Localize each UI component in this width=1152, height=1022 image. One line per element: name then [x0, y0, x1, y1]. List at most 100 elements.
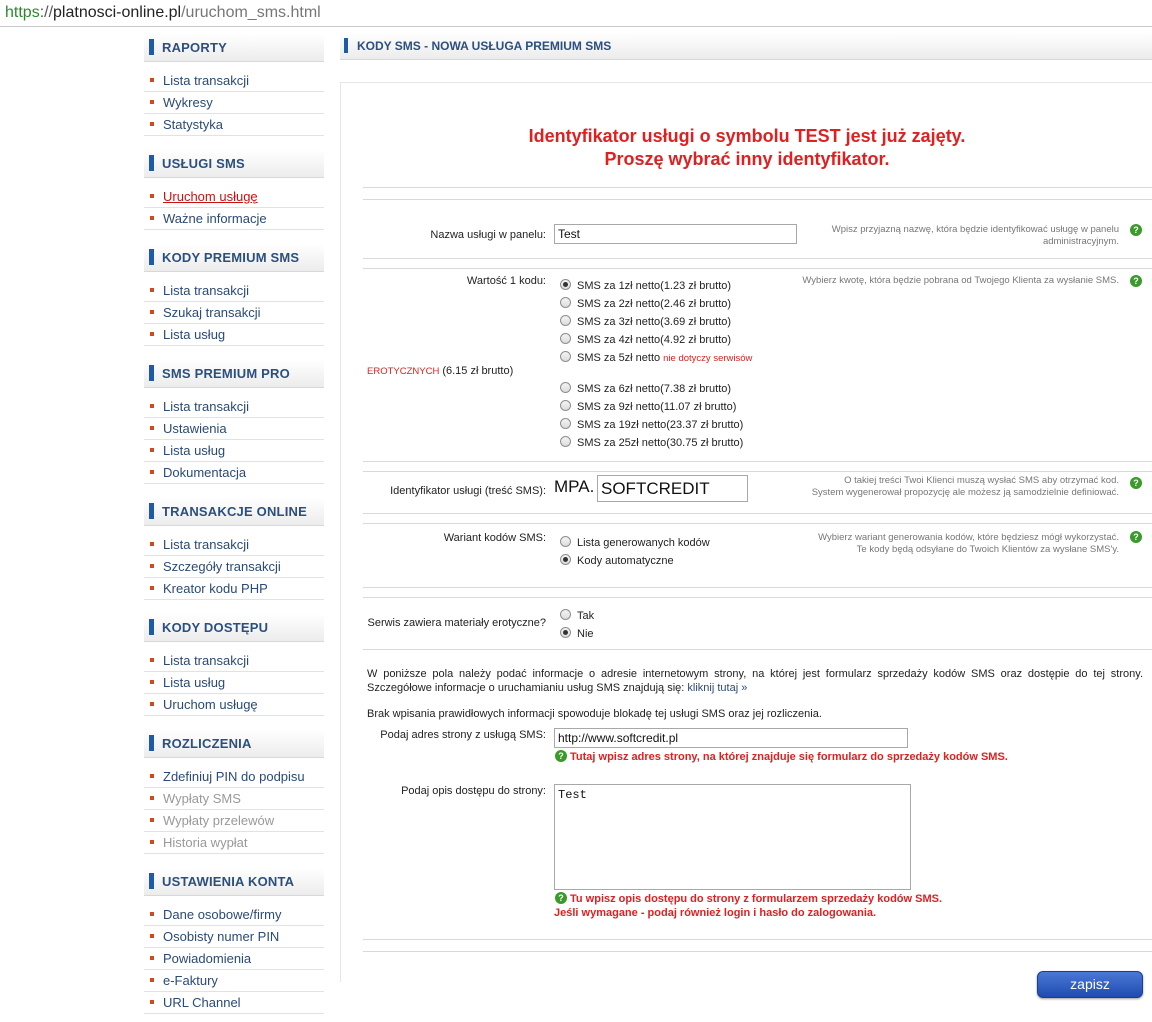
divider [363, 939, 1152, 940]
section-accent-bar [149, 39, 154, 55]
bullet-icon [150, 100, 154, 104]
sidebar-item-label: Szukaj transakcji [163, 305, 261, 320]
radio-button[interactable] [560, 418, 571, 429]
bullet-icon [150, 310, 154, 314]
sidebar-item[interactable]: Lista transakcji [144, 70, 324, 92]
sidebar-item[interactable]: Uruchom usługę [144, 694, 324, 716]
sidebar-section-header: RAPORTY [144, 34, 324, 62]
radio-button[interactable] [560, 536, 571, 547]
radio-button[interactable] [560, 400, 571, 411]
radio-button[interactable] [560, 609, 571, 620]
code-value-label: Wartość 1 kodu: [466, 275, 546, 287]
sidebar-item[interactable]: Dane osobowe/firmy [144, 904, 324, 926]
radio-option[interactable]: Lista generowanych kodów [560, 536, 710, 549]
sidebar-item[interactable]: Lista transakcji [144, 396, 324, 418]
bullet-icon [150, 78, 154, 82]
radio-option[interactable]: Nie [560, 627, 594, 640]
help-icon[interactable]: ? [1130, 275, 1142, 287]
section-accent-bar [149, 365, 154, 381]
option-note-erotic: EROTYCZNYCH [367, 366, 440, 377]
bullet-icon [150, 426, 154, 430]
radio-option[interactable]: Kody automatyczne [560, 554, 674, 567]
sidebar-item-label: Lista transakcji [163, 653, 249, 668]
sidebar-item[interactable]: Powiadomienia [144, 948, 324, 970]
radio-option[interactable]: SMS za 6zł netto(7.38 zł brutto) [560, 382, 731, 395]
address-bar[interactable]: https://platnosci-online.pl/uruchom_sms.… [0, 0, 1152, 27]
sidebar-item[interactable]: Szczegóły transakcji [144, 556, 324, 578]
sidebar-section-title: SMS PREMIUM PRO [162, 366, 290, 381]
sidebar-item[interactable]: Lista usług [144, 324, 324, 346]
help-icon[interactable]: ? [1130, 477, 1142, 489]
sidebar-item[interactable]: Wykresy [144, 92, 324, 114]
divider [363, 187, 1152, 188]
sidebar-item-label: Lista transakcji [163, 399, 249, 414]
radio-option[interactable]: SMS za 2zł netto(2.46 zł brutto) [560, 297, 731, 310]
sidebar-item[interactable]: Dokumentacja [144, 462, 324, 484]
divider [363, 523, 1152, 524]
site-url-input[interactable] [554, 728, 908, 748]
save-button[interactable]: zapisz [1037, 971, 1143, 998]
radio-label: SMS za 1zł netto(1.23 zł brutto) [577, 280, 732, 292]
sms-identifier-prefix: MPA. [554, 477, 595, 496]
sidebar-item[interactable]: Statystyka [144, 114, 324, 136]
sms-identifier-input[interactable] [597, 475, 748, 502]
divider [363, 951, 1152, 952]
radio-option[interactable]: SMS za 3zł netto(3.69 zł brutto) [560, 315, 731, 328]
radio-option[interactable]: Tak [560, 609, 594, 622]
bullet-icon [150, 288, 154, 292]
sidebar-item[interactable]: Wypłaty przelewów [144, 810, 324, 832]
sidebar-section-title: USŁUGI SMS [162, 156, 245, 171]
help-icon[interactable]: ? [555, 750, 567, 762]
radio-button[interactable] [560, 382, 571, 393]
sidebar-item[interactable]: Historia wypłat [144, 832, 324, 854]
radio-label: SMS za 4zł netto(4.92 zł brutto) [577, 334, 732, 346]
sidebar-item[interactable]: Lista usług [144, 440, 324, 462]
radio-button[interactable] [560, 279, 571, 290]
radio-button[interactable] [560, 297, 571, 308]
sidebar-section-title: USTAWIENIA KONTA [162, 874, 295, 889]
radio-button[interactable] [560, 627, 571, 638]
sidebar-item[interactable]: Lista transakcji [144, 280, 324, 302]
radio-button[interactable] [560, 436, 571, 447]
radio-label: SMS za 25zł netto(30.75 zł brutto) [577, 437, 744, 449]
bullet-icon [150, 840, 154, 844]
sidebar-item[interactable]: Szukaj transakcji [144, 302, 324, 324]
radio-button[interactable] [560, 351, 571, 362]
radio-button[interactable] [560, 333, 571, 344]
service-name-input[interactable] [554, 224, 797, 244]
bullet-icon [150, 978, 154, 982]
radio-option[interactable]: SMS za 19zł netto(23.37 zł brutto) [560, 418, 743, 431]
radio-option[interactable]: SMS za 5zł netto nie dotyczy serwisów [560, 351, 752, 364]
sidebar-item[interactable]: Kreator kodu PHP [144, 578, 324, 600]
radio-button[interactable] [560, 315, 571, 326]
sidebar-item[interactable]: URL Channel [144, 992, 324, 1014]
sidebar-item[interactable]: e-Faktury [144, 970, 324, 992]
sidebar-item-label: Ustawienia [163, 421, 227, 436]
sidebar-item[interactable]: Wypłaty SMS [144, 788, 324, 810]
sidebar-item[interactable]: Zdefiniuj PIN do podpisu [144, 766, 324, 788]
bullet-icon [150, 122, 154, 126]
sidebar-item[interactable]: Ustawienia [144, 418, 324, 440]
radio-option[interactable]: SMS za 1zł netto(1.23 zł brutto) [560, 279, 731, 292]
sidebar-item[interactable]: Lista transakcji [144, 650, 324, 672]
sidebar-section-header: KODY PREMIUM SMS [144, 244, 324, 272]
sidebar-item[interactable]: Lista transakcji [144, 534, 324, 556]
help-icon[interactable]: ? [555, 892, 567, 904]
access-description-textarea[interactable]: Test [554, 784, 911, 890]
sidebar-section-items: Lista transakcji Wykresy Statystyka [144, 62, 324, 144]
radio-option[interactable]: SMS za 25zł netto(30.75 zł brutto) [560, 436, 743, 449]
bullet-icon [150, 912, 154, 916]
sidebar-item-label: Uruchom usługę [163, 697, 258, 712]
sidebar-item[interactable]: Uruchom usługę [144, 186, 324, 208]
radio-option[interactable]: SMS za 4zł netto(4.92 zł brutto) [560, 333, 731, 346]
sidebar-item[interactable]: Lista usług [144, 672, 324, 694]
radio-button[interactable] [560, 554, 571, 565]
sidebar-item-label: Lista usług [163, 327, 226, 342]
help-icon[interactable]: ? [1130, 224, 1142, 236]
help-icon[interactable]: ? [1130, 531, 1142, 543]
radio-option[interactable]: SMS za 9zł netto(11.07 zł brutto) [560, 400, 736, 413]
warning-paragraph: Brak wpisania prawidłowych informacji sp… [367, 708, 822, 720]
sidebar-item[interactable]: Osobisty numer PIN [144, 926, 324, 948]
details-link[interactable]: kliknij tutaj » [687, 682, 747, 694]
sidebar-item[interactable]: Ważne informacje [144, 208, 324, 230]
